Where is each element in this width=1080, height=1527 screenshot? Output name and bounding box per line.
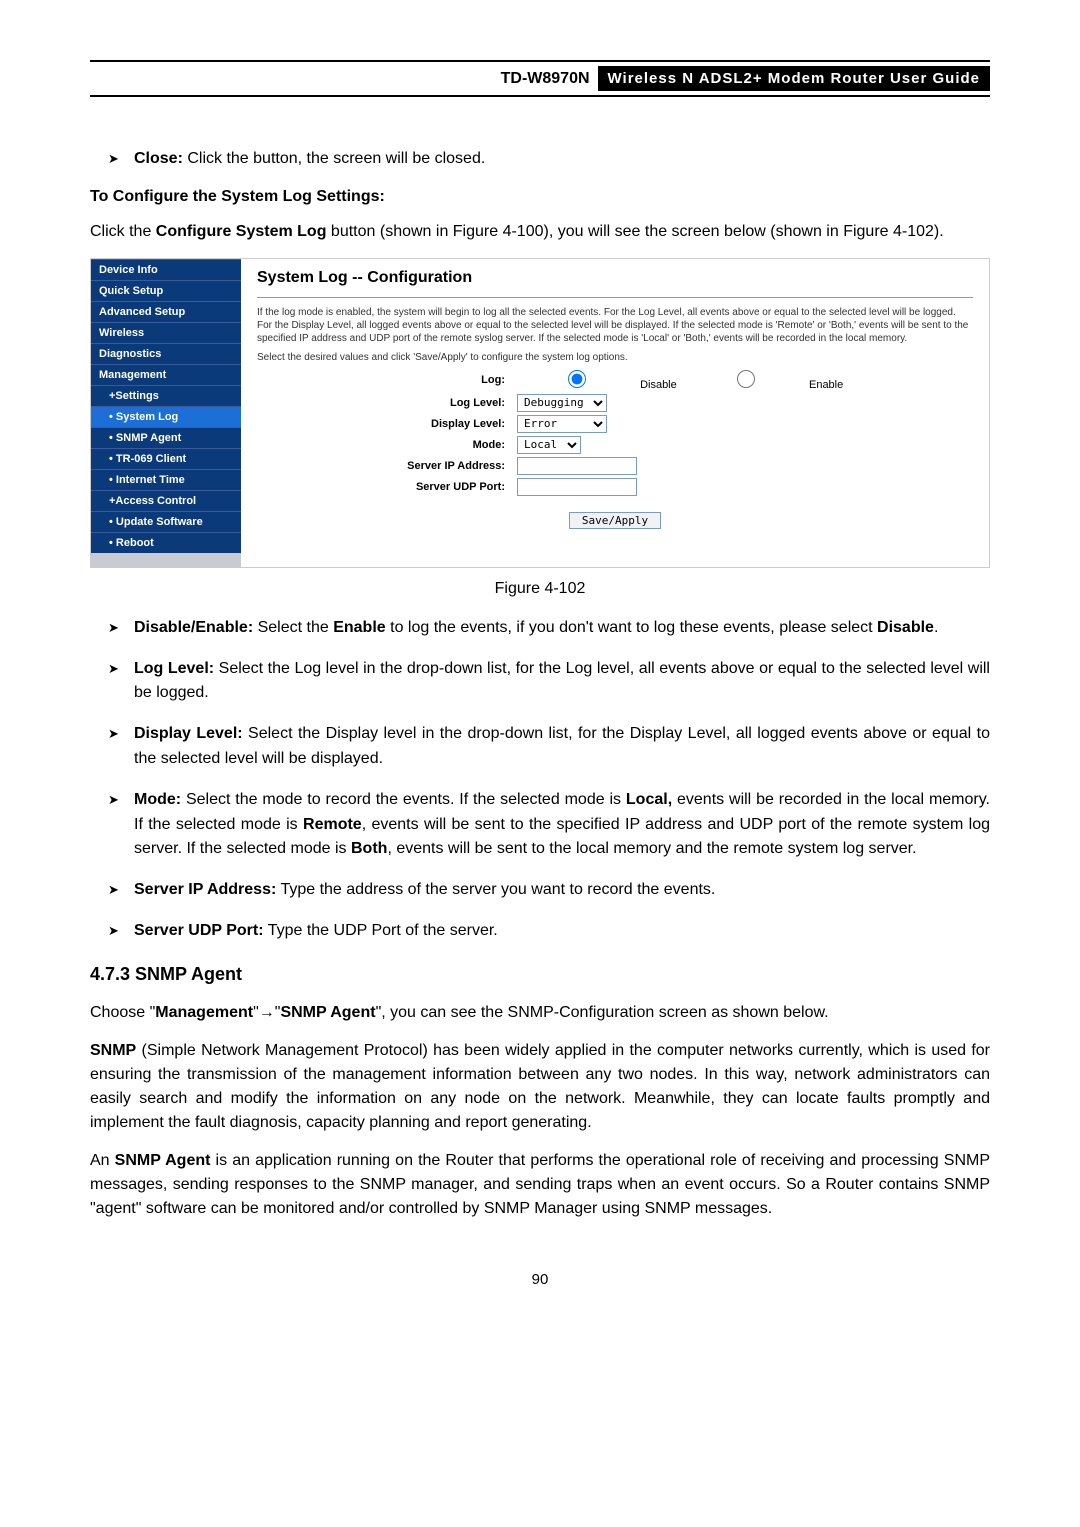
triangle-bullet-icon <box>108 616 134 641</box>
sidebar-sub-access-control[interactable]: +Access Control <box>91 490 241 511</box>
header-underline <box>90 95 990 97</box>
screenshot-desc-2: Select the desired values and click 'Sav… <box>257 351 973 364</box>
triangle-bullet-icon <box>108 147 134 172</box>
sidebar-sub-settings[interactable]: +Settings <box>91 385 241 406</box>
figure-caption: Figure 4-102 <box>90 580 990 598</box>
sidebar-item-quick-setup[interactable]: Quick Setup <box>91 280 241 301</box>
config-title: To Configure the System Log Settings: <box>90 188 990 206</box>
close-text: Click the button, the screen will be clo… <box>183 150 485 167</box>
heading-4-7-3: 4.7.3 SNMP Agent <box>90 964 990 985</box>
serverip-label: Server IP Address: <box>257 460 517 472</box>
screenshot-desc-1: If the log mode is enabled, the system w… <box>257 306 973 345</box>
serverudp-input[interactable] <box>517 478 637 496</box>
save-apply-button[interactable]: Save/Apply <box>569 512 661 529</box>
sidebar-item-wireless[interactable]: Wireless <box>91 322 241 343</box>
screenshot-main: System Log -- Configuration If the log m… <box>241 259 989 567</box>
mode-select[interactable]: Local <box>517 436 581 454</box>
sidebar-item-management[interactable]: Management <box>91 364 241 385</box>
document-page: TD-W8970N Wireless N ADSL2+ Modem Router… <box>0 0 1080 1328</box>
config-screenshot: Device Info Quick Setup Advanced Setup W… <box>90 258 990 568</box>
displaylevel-select[interactable]: Error <box>517 415 607 433</box>
loglevel-select[interactable]: Debugging <box>517 394 607 412</box>
log-radio-group: Disable Enable <box>517 370 843 391</box>
triangle-bullet-icon <box>108 919 134 944</box>
close-label: Close: <box>134 150 183 167</box>
log-enable-radio[interactable] <box>686 370 806 388</box>
serverip-input[interactable] <box>517 457 637 475</box>
log-disable-radio[interactable] <box>517 370 637 388</box>
serverudp-label: Server UDP Port: <box>257 481 517 493</box>
sidebar-sub-reboot[interactable]: • Reboot <box>91 532 241 553</box>
header-top-line <box>90 60 990 62</box>
sidebar-item-advanced-setup[interactable]: Advanced Setup <box>91 301 241 322</box>
snmp-para-1: Choose "Management"→"SNMP Agent", you ca… <box>90 1001 990 1025</box>
bullet-disable-enable: Disable/Enable: Select the Enable to log… <box>108 616 990 641</box>
sidebar-bottom-spacer <box>91 553 241 567</box>
sidebar: Device Info Quick Setup Advanced Setup W… <box>91 259 241 567</box>
bullet-server-ip: Server IP Address: Type the address of t… <box>108 878 990 903</box>
displaylevel-label: Display Level: <box>257 418 517 430</box>
bullet-log-level: Log Level: Select the Log level in the d… <box>108 657 990 707</box>
triangle-bullet-icon <box>108 878 134 903</box>
bullet-mode: Mode: Select the mode to record the even… <box>108 788 990 862</box>
sidebar-sub-snmp-agent[interactable]: • SNMP Agent <box>91 427 241 448</box>
triangle-bullet-icon <box>108 788 134 862</box>
triangle-bullet-icon <box>108 657 134 707</box>
log-disable-text: Disable <box>640 379 677 391</box>
log-label: Log: <box>257 374 517 386</box>
snmp-para-3: An SNMP Agent is an application running … <box>90 1149 990 1221</box>
model-number: TD-W8970N <box>501 70 590 88</box>
bullet-display-level: Display Level: Select the Display level … <box>108 722 990 772</box>
header-bar: TD-W8970N Wireless N ADSL2+ Modem Router… <box>90 66 990 91</box>
snmp-para-2: SNMP (Simple Network Management Protocol… <box>90 1039 990 1135</box>
sidebar-item-device-info[interactable]: Device Info <box>91 259 241 280</box>
triangle-bullet-icon <box>108 722 134 772</box>
page-number: 90 <box>90 1271 990 1288</box>
sidebar-sub-system-log[interactable]: • System Log <box>91 406 241 427</box>
sidebar-sub-tr069-client[interactable]: • TR-069 Client <box>91 448 241 469</box>
screenshot-divider <box>257 297 973 298</box>
mode-label: Mode: <box>257 439 517 451</box>
config-paragraph: Click the Configure System Log button (s… <box>90 220 990 244</box>
sidebar-sub-internet-time[interactable]: • Internet Time <box>91 469 241 490</box>
guide-title-box: Wireless N ADSL2+ Modem Router User Guid… <box>598 66 990 91</box>
log-enable-text: Enable <box>809 379 843 391</box>
sidebar-sub-update-software[interactable]: • Update Software <box>91 511 241 532</box>
screenshot-heading: System Log -- Configuration <box>257 269 973 287</box>
close-bullet: Close: Click the button, the screen will… <box>108 147 990 172</box>
bullet-server-udp: Server UDP Port: Type the UDP Port of th… <box>108 919 990 944</box>
loglevel-label: Log Level: <box>257 397 517 409</box>
sidebar-item-diagnostics[interactable]: Diagnostics <box>91 343 241 364</box>
